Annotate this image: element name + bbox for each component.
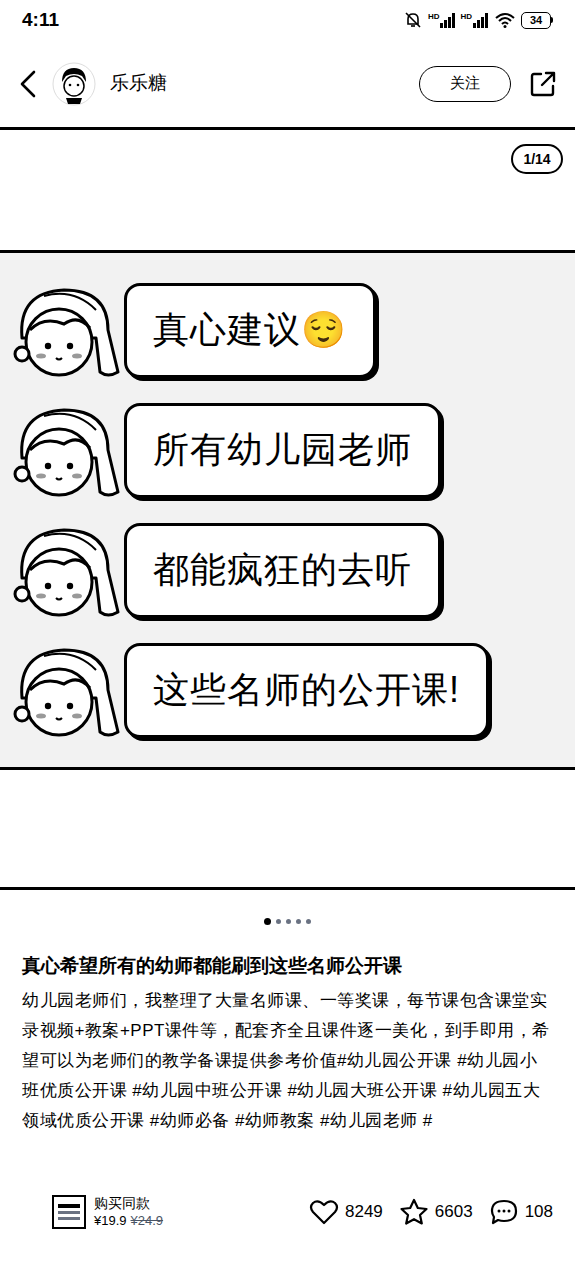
bubble-text: 都能疯狂的去听 <box>153 548 412 592</box>
battery-body: 34 <box>521 12 551 29</box>
follow-label: 关注 <box>450 72 480 95</box>
buy-info: 购买同款 ¥19.9 ¥24.9 <box>94 1195 163 1229</box>
bottom-bar: 购买同款 ¥19.9 ¥24.9 8249 6603 108 <box>0 1182 575 1242</box>
carousel-dot[interactable] <box>286 919 291 924</box>
like-button[interactable]: 8249 <box>309 1198 383 1226</box>
bubble-text: 真心建议😌 <box>153 308 347 352</box>
mute-bell-icon <box>404 11 422 29</box>
header: 乐乐糖 关注 <box>0 40 575 130</box>
heart-icon <box>309 1198 339 1226</box>
speech-bubble: 这些名师的公开课! <box>124 643 489 738</box>
author-name[interactable]: 乐乐糖 <box>110 69 405 98</box>
collect-count: 6603 <box>435 1199 473 1225</box>
bubble-row: 这些名师的公开课! <box>0 640 575 740</box>
thumb-line <box>58 1211 80 1214</box>
signal-indicator: HD <box>460 13 489 28</box>
carousel-dot[interactable] <box>296 919 301 924</box>
star-icon <box>399 1198 429 1226</box>
signal-group: HD HD <box>428 13 489 28</box>
like-count: 8249 <box>345 1199 383 1225</box>
girl-head <box>0 280 124 380</box>
signal-bars-icon <box>440 13 456 28</box>
battery-icon: 34 <box>521 12 553 29</box>
girl-head <box>0 520 124 620</box>
carousel-dots <box>0 890 575 952</box>
speech-bubble: 都能疯狂的去听 <box>124 523 441 618</box>
thumb-line <box>58 1217 80 1220</box>
follow-button[interactable]: 关注 <box>419 66 511 102</box>
comment-icon <box>489 1198 519 1226</box>
battery-level: 34 <box>530 15 542 26</box>
share-icon[interactable] <box>529 70 557 98</box>
author-avatar-icon[interactable] <box>52 62 96 106</box>
comment-count: 108 <box>525 1199 553 1225</box>
price: ¥19.9 <box>94 1213 127 1229</box>
wifi-icon <box>495 12 515 28</box>
post-body: 幼儿园老师们，我整理了大量名师课、一等奖课，每节课包含课堂实录视频+教案+PPT… <box>22 986 553 1168</box>
page-counter: 1/14 <box>511 144 563 174</box>
carousel-dot[interactable] <box>264 918 271 925</box>
signal-label: HD <box>460 13 472 21</box>
girl-head-icon <box>4 400 124 500</box>
post-content: 真心希望所有的幼师都能刷到这些名师公开课 幼儿园老师们，我整理了大量名师课、一等… <box>0 952 575 1168</box>
bubble-row: 真心建议😌 <box>0 280 575 380</box>
clock: 4:11 <box>22 6 59 35</box>
speech-bubble: 真心建议😌 <box>124 283 376 378</box>
signal-bars-icon <box>473 13 489 28</box>
signal-indicator: HD <box>428 13 457 28</box>
collect-button[interactable]: 6603 <box>399 1198 473 1226</box>
post-image[interactable]: 1/14 真心建议😌 所有幼儿园老师都能疯狂的去听这些名师的公开课! <box>0 130 575 890</box>
bubble-row: 所有幼儿园老师 <box>0 400 575 500</box>
bubble-text: 所有幼儿园老师 <box>153 428 412 472</box>
thumb-line <box>58 1204 80 1208</box>
girl-head-icon <box>4 640 124 740</box>
carousel-dot[interactable] <box>306 919 311 924</box>
post-title: 真心希望所有的幼师都能刷到这些名师公开课 <box>22 952 553 980</box>
carousel-dot[interactable] <box>276 919 281 924</box>
comment-button[interactable]: 108 <box>489 1198 553 1226</box>
post-screen: 4:11 HDHD 34 乐乐糖 关注 1/14 真心建议😌所有幼儿园老师都 <box>0 0 575 1280</box>
girl-head <box>0 640 124 740</box>
price-row: ¥19.9 ¥24.9 <box>94 1213 163 1229</box>
buy-same-button[interactable]: 购买同款 ¥19.9 ¥24.9 <box>52 1195 299 1229</box>
bubble-row: 都能疯狂的去听 <box>0 520 575 620</box>
girl-head <box>0 400 124 500</box>
girl-head-icon <box>4 520 124 620</box>
girl-head-icon <box>4 280 124 380</box>
original-price: ¥24.9 <box>131 1213 164 1229</box>
bubble-text: 这些名师的公开课! <box>153 668 460 712</box>
status-icons: HD HD 34 <box>404 11 553 29</box>
status-bar: 4:11 HD HD 34 <box>0 0 575 40</box>
battery-tip <box>551 17 553 23</box>
bubble-list: 真心建议😌 所有幼儿园老师都能疯狂的去听这些名师的公开课! <box>0 130 575 740</box>
page-counter-text: 1/14 <box>523 149 550 170</box>
product-thumbnail <box>52 1195 86 1229</box>
speech-bubble: 所有幼儿园老师 <box>124 403 441 498</box>
signal-label: HD <box>428 13 440 21</box>
back-arrow-icon[interactable] <box>18 70 38 98</box>
buy-label: 购买同款 <box>94 1195 163 1213</box>
